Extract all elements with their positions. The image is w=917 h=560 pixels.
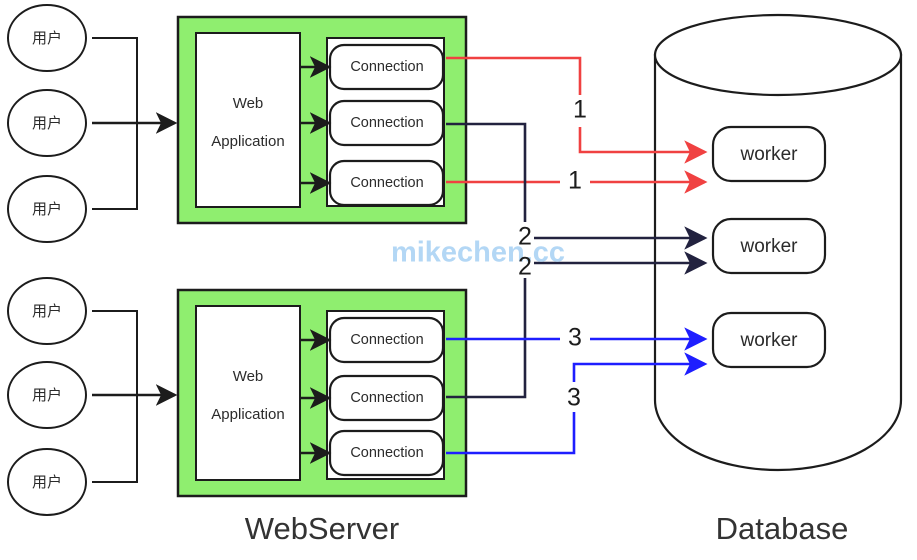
user-node[interactable]: 用户: [7, 175, 87, 243]
database-title: Database: [716, 511, 849, 546]
worker-label: worker: [739, 330, 798, 351]
user-node[interactable]: 用户: [7, 89, 87, 157]
web-application-line1: Web: [233, 368, 264, 385]
flow-label-2b: 2: [518, 253, 532, 281]
connection-node[interactable]: Connection: [328, 43, 445, 91]
user-label: 用户: [32, 115, 62, 132]
flow-label-1b: 1: [568, 167, 582, 195]
connection-label: Connection: [350, 445, 423, 461]
connection-label: Connection: [350, 59, 423, 75]
flow-label-2a: 2: [518, 223, 532, 251]
user-node[interactable]: 用户: [7, 361, 87, 429]
flow-label-1a: 1: [573, 96, 587, 124]
webserver-bottom[interactable]: Web Application Connection Connection Co…: [176, 288, 468, 498]
connection-node[interactable]: Connection: [328, 374, 445, 422]
worker-node[interactable]: worker: [711, 311, 827, 369]
worker-node[interactable]: worker: [711, 217, 827, 275]
connection-label: Connection: [350, 115, 423, 131]
connection-label: Connection: [350, 332, 423, 348]
user-node[interactable]: 用户: [7, 277, 87, 345]
connection-node[interactable]: Connection: [328, 429, 445, 477]
connection-label: Connection: [350, 175, 423, 191]
worker-node[interactable]: worker: [711, 125, 827, 183]
web-application-box[interactable]: Web Application: [195, 305, 301, 481]
watermark-text: mikechen.cc: [391, 237, 565, 269]
worker-label: worker: [739, 236, 798, 257]
web-application-line2: Application: [211, 406, 284, 423]
webserver-top[interactable]: Web Application Connection Connection Co…: [176, 15, 468, 225]
webserver-title: WebServer: [245, 511, 400, 546]
worker-label: worker: [739, 144, 798, 165]
connection-label: Connection: [350, 390, 423, 406]
connection-node[interactable]: Connection: [328, 99, 445, 147]
flow-label-3b: 3: [567, 384, 581, 412]
web-application-line1: Web: [233, 95, 264, 112]
diagram-canvas: 用户 用户 用户 Web Application Connection Conn…: [0, 0, 917, 560]
user-node[interactable]: 用户: [7, 448, 87, 516]
web-application-rect: [195, 305, 301, 481]
user-group-top: 用户 用户 用户: [7, 4, 178, 243]
web-application-line2: Application: [211, 133, 284, 150]
user-label: 用户: [32, 30, 62, 47]
cylinder-top: [653, 13, 903, 97]
connection-node[interactable]: Connection: [328, 159, 445, 207]
web-application-rect: [195, 32, 301, 208]
user-label: 用户: [32, 387, 62, 404]
connection-node[interactable]: Connection: [328, 316, 445, 364]
flow-label-3a: 3: [568, 324, 582, 352]
user-label: 用户: [32, 474, 62, 491]
user-node[interactable]: 用户: [7, 4, 87, 72]
web-application-box[interactable]: Web Application: [195, 32, 301, 208]
user-bus-line: [92, 310, 138, 483]
user-label: 用户: [32, 303, 62, 320]
user-label: 用户: [32, 201, 62, 218]
user-group-bottom: 用户 用户 用户: [7, 277, 178, 516]
architecture-diagram: 用户 用户 用户 Web Application Connection Conn…: [7, 4, 903, 546]
